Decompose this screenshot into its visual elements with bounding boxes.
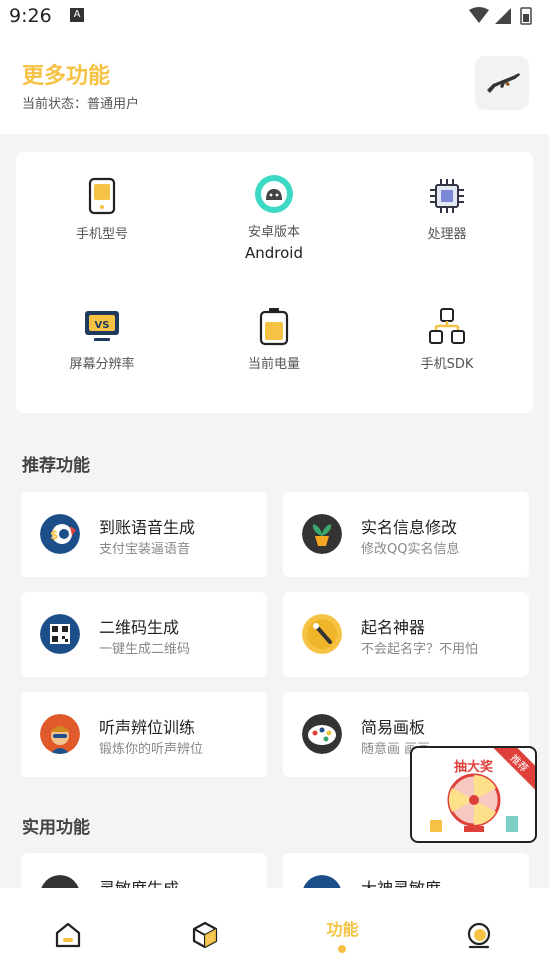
soldier-icon [40,714,80,754]
feature-card-sound-training[interactable]: 听声辨位训练 锻炼你的听声辨位 [21,692,267,777]
phone-model-label: 手机型号 [75,227,128,242]
svg-text:VS: VS [95,320,110,331]
android-version-label: 安卓版本 [247,225,300,240]
nav-cube[interactable] [137,888,274,976]
feature-name: 二维码生成 [99,618,180,637]
phone-model-item[interactable]: 手机型号 [16,176,188,246]
feature-desc: 修改QQ实名信息 [361,542,460,557]
feature-desc: 支付宝装逼语音 [99,542,191,557]
feature-card-naming[interactable]: 起名神器 不会起名字？不用怕 [283,592,529,677]
battery-level-label: 当前电量 [247,357,300,372]
feature-desc: 锻炼你的听声辨位 [99,742,204,757]
feature-name: 起名神器 [361,618,426,637]
feature-name: 简易画板 [361,718,426,737]
screen-resolution-label: 屏幕分辨率 [69,357,135,372]
nav-profile[interactable] [411,888,548,976]
feature-desc: 不会起名字？不用怕 [361,642,479,657]
system-status-icons [469,7,532,25]
processor-item[interactable]: 处理器 [361,176,533,246]
feature-card-voice[interactable]: $ 到账语音生成 支付宝装逼语音 [21,492,267,577]
signal-icon [495,8,511,24]
cube-icon [192,921,218,949]
battery-level-icon [259,308,289,346]
user-status-text: 当前状态：普通用户 [22,97,140,112]
monitor-vs-icon: VS [85,311,119,341]
phone-sdk-label: 手机SDK [420,357,474,372]
page-title: 更多功能 [22,64,111,89]
notification-a-icon: A [70,8,84,22]
svg-text:$: $ [50,528,58,542]
magic-wand-icon [302,614,342,654]
rifle-button[interactable] [475,56,529,110]
bottom-navigation: 功能 [0,888,549,976]
android-icon [255,175,293,213]
phone-icon [88,177,116,215]
feature-desc: 一键生成二维码 [99,642,191,657]
screen-resolution-item[interactable]: VS 屏幕分辨率 [16,306,188,376]
android-version-value: Android [245,244,303,262]
nav-functions-tab[interactable]: 功能 [274,888,411,976]
rifle-icon [487,73,520,93]
plant-pot-icon [302,514,342,554]
battery-level-item[interactable]: 当前电量 [188,306,360,376]
recommended-section-title: 推荐功能 [22,456,90,476]
profile-icon [467,922,491,949]
home-icon [55,922,81,948]
device-info-card: 手机型号 安卓版本 Android 处理器 VS 屏幕分辨率 当前电量 手机SD… [16,152,533,413]
active-indicator-dot [338,945,346,953]
qrcode-icon [40,614,80,654]
processor-label: 处理器 [427,227,467,242]
feature-card-realname[interactable]: 实名信息修改 修改QQ实名信息 [283,492,529,577]
practical-section-title: 实用功能 [22,818,90,838]
page-header: 更多功能 当前状态：普通用户 [0,34,549,134]
feature-name: 到账语音生成 [99,518,196,537]
sdk-hierarchy-icon [429,308,465,344]
nav-home[interactable] [0,888,137,976]
android-version-item[interactable]: 安卓版本 Android [188,174,360,262]
nav-functions-label: 功能 [326,920,359,939]
lottery-promo-widget[interactable]: 抽大奖 推荐 [410,746,537,843]
voice-money-icon: $ [40,514,80,554]
status-bar: 9:26 A [0,0,549,34]
prize-wheel-icon [430,773,518,832]
palette-icon [302,714,342,754]
feature-name: 实名信息修改 [361,518,458,537]
wifi-icon [469,7,489,23]
phone-sdk-item[interactable]: 手机SDK [361,306,533,376]
chip-icon [430,179,464,213]
feature-name: 听声辨位训练 [99,718,196,737]
feature-card-qrcode[interactable]: 二维码生成 一键生成二维码 [21,592,267,677]
status-time: 9:26 [9,5,52,27]
